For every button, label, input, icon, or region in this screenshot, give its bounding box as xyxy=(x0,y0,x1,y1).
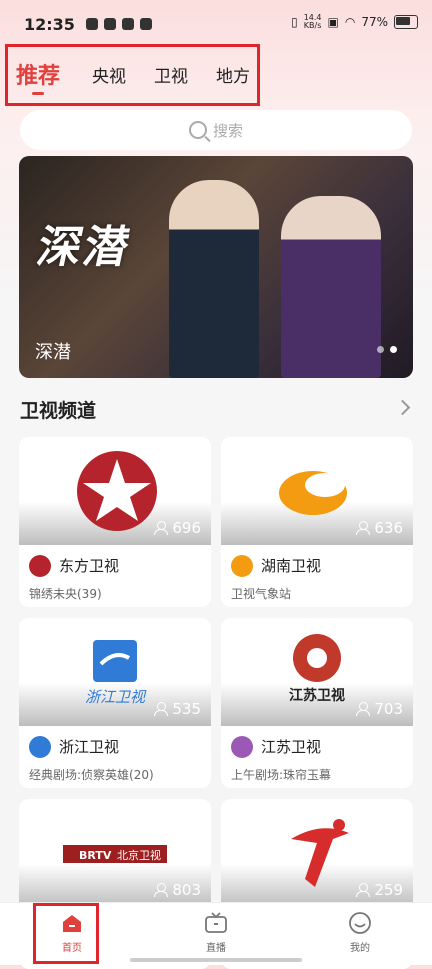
gesture-bar xyxy=(130,958,302,962)
channel-program: 锦绣未央(39) xyxy=(29,587,102,601)
network-speed: 14.4 KB/s xyxy=(304,14,322,30)
banner-title: 深潜 xyxy=(35,342,71,363)
app-icon xyxy=(122,18,134,30)
viewer-count: 535 xyxy=(154,700,201,718)
viewer-number: 696 xyxy=(172,519,201,537)
channel-card-zhejiang[interactable]: 浙江卫视 535 浙江卫视 经典剧场:侦察英雄(20) xyxy=(19,618,211,788)
search-placeholder: 搜索 xyxy=(212,121,243,140)
link-icon xyxy=(140,18,152,30)
channel-program: 上午剧场:珠帘玉幕 xyxy=(231,768,332,782)
jiangsu-logo-text: 江苏卫视 xyxy=(289,687,345,704)
person-icon xyxy=(356,702,371,716)
highlight-box-home xyxy=(33,903,99,964)
net-speed-unit: KB/s xyxy=(303,21,322,30)
person-icon xyxy=(154,521,169,535)
channel-card-jiangsu[interactable]: 江苏卫视 703 江苏卫视 上午剧场:珠帘玉幕 xyxy=(221,618,413,788)
banner-actor-male xyxy=(169,180,259,378)
notification-icon xyxy=(86,18,98,30)
channel-name: 江苏卫视 xyxy=(261,738,322,756)
battery-percent: 77% xyxy=(361,15,388,29)
channel-mini-logo xyxy=(29,555,51,577)
nav-live-label: 直播 xyxy=(206,943,226,954)
channel-mini-logo xyxy=(29,736,51,758)
viewer-number: 703 xyxy=(374,700,403,718)
nav-profile[interactable]: 我的 xyxy=(320,911,400,954)
status-time: 12:35 xyxy=(24,15,75,34)
pagination-dot xyxy=(377,346,384,353)
highlight-box-tabs xyxy=(5,44,260,106)
chevron-right-icon[interactable] xyxy=(394,399,411,416)
person-icon xyxy=(154,883,169,897)
channel-program: 卫视气象站 xyxy=(231,587,292,601)
nav-profile-label: 我的 xyxy=(350,943,370,954)
zhejiang-logo-text: 浙江卫视 xyxy=(85,688,147,706)
channel-name: 湖南卫视 xyxy=(261,557,322,575)
section-title: 卫视频道 xyxy=(20,400,97,422)
banner-pagination xyxy=(377,346,397,353)
channel-card-hunan[interactable]: 636 湖南卫视 卫视气象站 xyxy=(221,437,413,607)
beijing-logo-text-a: BRTV xyxy=(79,849,112,862)
search-bar[interactable]: 搜索 xyxy=(20,110,412,150)
channel-name: 浙江卫视 xyxy=(59,738,120,756)
viewer-number: 259 xyxy=(374,881,403,899)
viewer-number: 636 xyxy=(374,519,403,537)
search-icon xyxy=(188,121,207,139)
viewer-count: 696 xyxy=(154,519,201,537)
channel-mini-logo xyxy=(231,736,253,758)
battery-icon xyxy=(394,15,418,29)
person-icon xyxy=(356,521,371,535)
banner-calligraphy-title: 深潜 xyxy=(32,222,136,273)
tv-icon xyxy=(204,911,228,935)
sim-icon: ▣ xyxy=(327,15,339,29)
person-icon xyxy=(356,883,371,897)
channel-mini-logo xyxy=(231,555,253,577)
viewer-count: 259 xyxy=(356,881,403,899)
beijing-logo-text-b: 北京卫视 xyxy=(117,848,161,862)
channel-program: 经典剧场:侦察英雄(20) xyxy=(29,768,154,782)
wifi-icon: ◠ xyxy=(344,15,356,29)
status-bar: 12:35 ▯ 14.4 KB/s ▣ ◠ 77% xyxy=(0,0,432,50)
channel-card-dongfang[interactable]: 696 东方卫视 锦绣未央(39) xyxy=(19,437,211,607)
tiktok-icon xyxy=(104,18,116,30)
viewer-count: 703 xyxy=(356,700,403,718)
featured-banner[interactable]: 深潜 深潜 xyxy=(19,156,413,378)
channel-name: 东方卫视 xyxy=(59,557,120,575)
banner-actor-female xyxy=(281,196,381,378)
smile-icon xyxy=(348,911,372,935)
person-icon xyxy=(154,702,169,716)
viewer-number: 803 xyxy=(172,881,201,899)
viewer-number: 535 xyxy=(172,700,201,718)
viewer-count: 803 xyxy=(154,881,201,899)
viewer-count: 636 xyxy=(356,519,403,537)
pagination-dot-active xyxy=(390,346,397,353)
status-right: ▯ 14.4 KB/s ▣ ◠ 77% xyxy=(291,14,418,30)
nav-live[interactable]: 直播 xyxy=(176,911,256,954)
vibrate-icon: ▯ xyxy=(291,15,298,29)
